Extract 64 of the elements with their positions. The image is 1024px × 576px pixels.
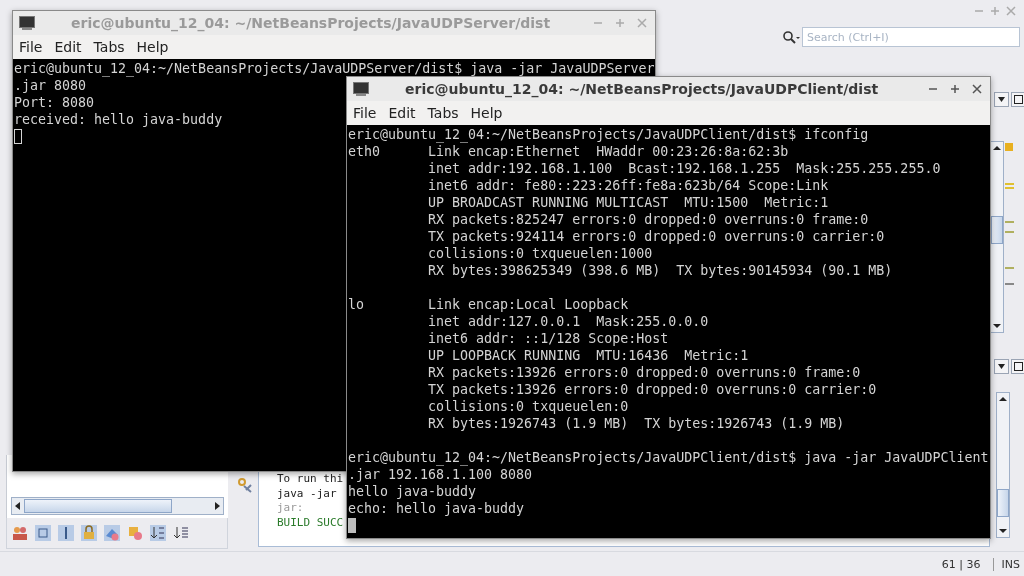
square-icon — [1014, 362, 1023, 371]
bar-icon[interactable] — [57, 524, 75, 542]
terminal-line: collisions:0 txqueuelen:1000 — [427, 245, 653, 262]
terminal-line: inet addr:127.0.0.1 Mask:255.0.0.0 — [427, 313, 709, 330]
terminal-line: lo Link encap:Local Loopback — [348, 296, 629, 313]
scroll-thumb[interactable] — [997, 489, 1009, 517]
terminal-line: eth0 Link encap:Ethernet HWaddr 00:23:26:8a:62:3b — [348, 143, 789, 160]
menu-item[interactable]: Tabs — [423, 105, 467, 121]
window-title: eric@ubuntu_12_04: ~/NetBeansProjects/JavaUDPServer/dist — [70, 15, 552, 31]
menu-item[interactable]: File — [15, 39, 51, 55]
dropdown-button[interactable] — [994, 92, 1009, 107]
close-icon[interactable] — [972, 84, 982, 94]
search-icon — [782, 30, 800, 44]
window-title: eric@ubuntu_12_04: ~/NetBeansProjects/JavaUDPClient/dist — [404, 81, 880, 97]
maximize-icon[interactable] — [950, 84, 960, 94]
terminal-line: collisions:0 txqueuelen:0 — [427, 398, 629, 415]
maximize-button[interactable] — [1011, 359, 1024, 374]
output-line: To run thi — [277, 472, 344, 487]
menu-item[interactable]: Edit — [384, 105, 424, 121]
terminal-line: received: hello java-buddy — [14, 111, 223, 128]
terminal-line: .jar 192.168.1.100 8080 — [348, 466, 533, 483]
terminal-icon — [353, 82, 369, 96]
menu-item[interactable]: Help — [466, 105, 511, 121]
terminal-line: eric@ubuntu_12_04:~/NetBeansProjects/JavaUDPClient/dist$ ifconfig — [348, 126, 869, 143]
terminal-line: eric@ubuntu_12_04:~/NetBeansProjects/JavaUDPClient/dist$ java -jar JavaUDPClient — [348, 449, 989, 466]
shapes-icon[interactable] — [126, 524, 144, 542]
terminal-line: RX packets:13926 errors:0 dropped:0 overruns:0 frame:0 — [427, 364, 861, 381]
dropdown-button[interactable] — [994, 359, 1009, 374]
terminal-line: UP LOOPBACK RUNNING MTU:16436 Metric:1 — [427, 347, 749, 364]
menu-item[interactable]: Tabs — [89, 39, 133, 55]
terminal-line: Port: 8080 — [14, 94, 95, 111]
vertical-scrollbar[interactable] — [996, 392, 1010, 538]
terminal-line: hello java-buddy — [348, 483, 477, 500]
horizontal-scrollbar[interactable] — [11, 497, 224, 515]
terminal-line: inet addr:192.168.1.100 Bcast:192.168.1.255 Mask:255.255.255.0 — [427, 160, 941, 177]
terminal-line: inet6 addr: fe80::223:26ff:fe8a:623b/64 Scope:Link — [427, 177, 829, 194]
search-field[interactable]: Search (Ctrl+I) — [802, 27, 1020, 47]
scroll-thumb[interactable] — [991, 216, 1003, 244]
cursor-position: 61 | 36 — [941, 557, 981, 571]
square-icon[interactable] — [34, 524, 52, 542]
lock-icon[interactable] — [80, 524, 98, 542]
terminal-line: RX bytes:398625349 (398.6 MB) TX bytes:90145934 (90.1 MB) — [427, 262, 893, 279]
insert-mode: INS — [992, 557, 1020, 571]
terminal-line: TX packets:924114 errors:0 dropped:0 overruns:0 carrier:0 — [427, 228, 885, 245]
terminal-line: TX packets:13926 errors:0 dropped:0 overruns:0 carrier:0 — [427, 381, 877, 398]
terminal-line: .jar 8080 — [14, 77, 87, 94]
caret-icon — [998, 97, 1005, 102]
terminal-icon — [19, 16, 35, 30]
output-line: java -jar — [277, 486, 337, 501]
terminal-line: RX bytes:1926743 (1.9 MB) TX bytes:1926743 (1.9 MB) — [427, 415, 845, 432]
caret-icon — [998, 364, 1005, 369]
scroll-thumb[interactable] — [24, 499, 172, 513]
terminal-line: inet6 addr: ::1/128 Scope:Host — [427, 330, 669, 347]
menu-item[interactable]: File — [349, 105, 385, 121]
maximize-button[interactable] — [1011, 92, 1024, 107]
terminal-line: eric@ubuntu_12_04:~/NetBeansProjects/JavaUDPServer/dist$ java -jar JavaUDPServer — [14, 60, 655, 77]
terminal-line: RX packets:825247 errors:0 dropped:0 overruns:0 frame:0 — [427, 211, 869, 228]
output-line: BUILD SUCC — [277, 515, 344, 530]
terminal-line: echo: hello java-buddy — [348, 500, 525, 517]
output-line: jar: — [277, 501, 304, 516]
terminal-line: UP BROADCAST RUNNING MULTICAST MTU:1500 Metric:1 — [427, 194, 829, 211]
menu-item[interactable]: Help — [132, 39, 177, 55]
square-icon — [1014, 95, 1023, 104]
menu-item[interactable]: Edit — [50, 39, 90, 55]
